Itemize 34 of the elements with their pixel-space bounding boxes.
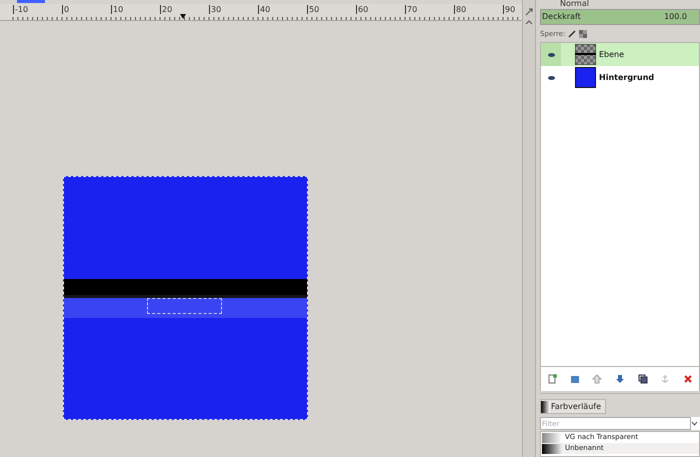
folder-icon[interactable] bbox=[570, 374, 580, 384]
ruler-label: 60 bbox=[356, 5, 368, 14]
ruler-label: 90 bbox=[503, 5, 516, 14]
layer-thumbnail bbox=[575, 67, 596, 88]
eye-icon[interactable] bbox=[548, 52, 554, 56]
opacity-slider[interactable]: Deckkraft 100.0 bbox=[540, 9, 700, 25]
ruler-label: 10 bbox=[111, 5, 124, 14]
ruler-label: 20 bbox=[160, 5, 172, 14]
navigate-icon[interactable] bbox=[525, 8, 533, 16]
gradient-swatch bbox=[542, 444, 562, 454]
delete-icon[interactable] bbox=[682, 374, 693, 384]
ruler-label: 0 bbox=[62, 5, 70, 14]
ruler-label: 80 bbox=[454, 5, 466, 14]
down-arrow-icon[interactable] bbox=[614, 374, 625, 384]
chevron-icon[interactable] bbox=[691, 421, 698, 426]
vertical-scrollbar[interactable] bbox=[522, 0, 536, 457]
mode-value[interactable]: Normal bbox=[540, 0, 700, 8]
gradient-swatch bbox=[542, 432, 562, 442]
pointer-marker-icon bbox=[180, 14, 186, 19]
checker-icon[interactable] bbox=[579, 30, 588, 38]
ruler-label: 50 bbox=[307, 5, 320, 14]
new-page-icon[interactable] bbox=[547, 374, 558, 384]
ruler-label: 30 bbox=[209, 5, 222, 14]
ruler-label: -10 bbox=[13, 5, 28, 14]
duplicate-icon[interactable] bbox=[638, 374, 648, 384]
ruler-label: 70 bbox=[405, 5, 418, 14]
layer-thumbnail bbox=[575, 44, 596, 65]
gradients-tab[interactable]: Farbverläufe bbox=[540, 399, 606, 414]
brush-icon[interactable] bbox=[568, 30, 576, 38]
tab-indicator bbox=[17, 0, 45, 3]
ruler-label: 40 bbox=[258, 5, 270, 14]
layer-row[interactable]: Ebene bbox=[561, 43, 699, 66]
eye-icon[interactable] bbox=[548, 76, 554, 80]
gradient-icon bbox=[541, 400, 550, 412]
